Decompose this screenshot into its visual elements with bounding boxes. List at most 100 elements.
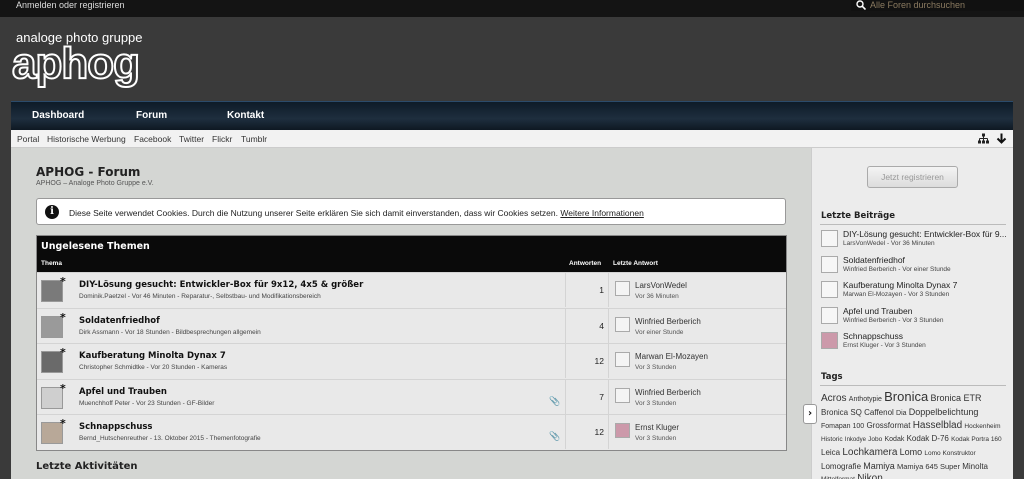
- recent-post-item[interactable]: Schnappschuss Ernst Kluger - Vor 3 Stund…: [821, 331, 1011, 355]
- new-marker-icon: *: [60, 381, 66, 395]
- search-box[interactable]: Alle Foren durchsuchen: [851, 0, 1024, 11]
- search-icon: [856, 0, 866, 10]
- tag-link[interactable]: Bronica: [884, 389, 928, 404]
- last-reply-time: Vor 36 Minuten: [635, 293, 679, 300]
- tag-link[interactable]: Caffenol: [864, 408, 894, 417]
- thread-title[interactable]: Schnappschuss: [79, 422, 153, 432]
- tag-link[interactable]: Lomo: [900, 447, 923, 457]
- threads-header: Ungelesene Themen Thema Antworten Letzte…: [37, 236, 786, 272]
- arrow-down-icon[interactable]: [996, 133, 1007, 144]
- register-button[interactable]: Jetzt registrieren: [867, 166, 958, 188]
- recent-post-item[interactable]: Kaufberatung Minolta Dynax 7 Marwan El-M…: [821, 280, 1011, 304]
- last-reply-user[interactable]: LarsVonWedel: [635, 281, 687, 290]
- reply-count: 4: [599, 320, 604, 331]
- last-reply-time: Vor 3 Stunden: [635, 364, 677, 371]
- avatar[interactable]: [821, 306, 838, 324]
- subnav-twitter[interactable]: Twitter: [179, 134, 204, 144]
- tag-link[interactable]: Jobo: [868, 436, 882, 443]
- tag-link[interactable]: Hockenheim: [964, 423, 1000, 430]
- new-marker-icon: *: [60, 417, 66, 430]
- tag-link[interactable]: Kodak Portra 160: [951, 436, 1002, 443]
- avatar[interactable]: [615, 281, 630, 296]
- subnav-flickr[interactable]: Flickr: [212, 134, 232, 144]
- sidebar-collapse-chevron-icon[interactable]: ›: [803, 404, 817, 424]
- last-reply-time: Vor 3 Stunden: [635, 435, 677, 442]
- subnav-historische-werbung[interactable]: Historische Werbung: [47, 134, 126, 144]
- tag-link[interactable]: Inkodye: [845, 437, 866, 443]
- thread-title[interactable]: DIY-Lösung gesucht: Entwickler-Box für 9…: [79, 280, 363, 290]
- tag-link[interactable]: Lomografie: [821, 462, 861, 471]
- tag-link[interactable]: Minolta: [962, 462, 988, 471]
- reply-count: 1: [599, 285, 604, 295]
- tag-link[interactable]: Mamiya 645 Super: [897, 462, 960, 471]
- recent-post-meta: Ernst Kluger - Vor 3 Stunden: [843, 342, 926, 349]
- thread-meta: Muenchhoff Peter - Vor 23 Stunden - GF-B…: [79, 399, 215, 407]
- tag-link[interactable]: Doppelbelichtung: [909, 407, 979, 417]
- recent-post-title[interactable]: Soldatenfriedhof: [843, 255, 905, 265]
- login-link[interactable]: Anmelden oder registrieren: [16, 0, 125, 10]
- tag-link[interactable]: Grossformat: [866, 421, 910, 430]
- nav-forum[interactable]: Forum: [136, 110, 167, 121]
- tag-link[interactable]: Mamiya: [863, 461, 895, 471]
- subnav-tumblr[interactable]: Tumblr: [241, 134, 267, 144]
- last-reply-user[interactable]: Winfried Berberich: [635, 388, 701, 397]
- recent-post-title[interactable]: DIY-Lösung gesucht: Entwickler-Box für 9…: [843, 229, 1007, 239]
- subnav-facebook[interactable]: Facebook: [134, 134, 171, 144]
- recent-post-title[interactable]: Kaufberatung Minolta Dynax 7: [843, 280, 957, 290]
- cookie-more-link[interactable]: Weitere Informationen: [560, 208, 643, 218]
- recent-post-title[interactable]: Apfel und Trauben: [843, 306, 912, 316]
- tag-link[interactable]: Dia: [896, 410, 907, 417]
- threads-heading: Ungelesene Themen: [41, 241, 150, 252]
- thread-title[interactable]: Apfel und Trauben: [79, 387, 167, 397]
- cookie-notice: i Diese Seite verwendet Cookies. Durch d…: [36, 198, 786, 225]
- avatar[interactable]: [615, 387, 630, 403]
- thread-meta: Bernd_Hutschenreuther - 13. Oktober 2015…: [79, 435, 261, 442]
- recent-post-title[interactable]: Schnappschuss: [843, 331, 903, 341]
- avatar[interactable]: [615, 423, 630, 438]
- last-reply-user[interactable]: Marwan El-Mozayen: [635, 352, 708, 361]
- subnav-portal[interactable]: Portal: [17, 134, 39, 144]
- last-reply-user[interactable]: Winfried Berberich: [635, 317, 701, 326]
- thread-title[interactable]: Kaufberatung Minolta Dynax 7: [79, 351, 226, 361]
- tag-link[interactable]: Lochkamera: [842, 447, 897, 458]
- tag-link[interactable]: Anthotypie: [849, 396, 882, 403]
- avatar[interactable]: [615, 316, 630, 332]
- recent-post-item[interactable]: Soldatenfriedhof Winfried Berberich - Vo…: [821, 255, 1011, 279]
- site-logo[interactable]: analoge photo gruppe aphog: [11, 30, 152, 89]
- tag-link[interactable]: Kodak D-76: [907, 434, 949, 443]
- avatar[interactable]: [615, 352, 630, 367]
- tag-link[interactable]: Hasselblad: [913, 420, 962, 431]
- tag-link[interactable]: Leica: [821, 448, 840, 457]
- replies-cell: 7: [565, 379, 609, 414]
- replies-cell: 4: [565, 308, 609, 343]
- tag-link[interactable]: Bronica ETR: [930, 393, 981, 403]
- avatar[interactable]: [821, 332, 838, 349]
- divider: [820, 224, 1006, 225]
- thread-row[interactable]: * Schnappschuss Bernd_Hutschenreuther - …: [37, 414, 786, 449]
- thread-row[interactable]: * DIY-Lösung gesucht: Entwickler-Box für…: [37, 272, 786, 307]
- new-marker-icon: *: [60, 346, 66, 359]
- nav-dashboard[interactable]: Dashboard: [32, 110, 84, 121]
- tag-link[interactable]: Kodak: [885, 436, 905, 443]
- tag-link[interactable]: Bronica SQ: [821, 408, 862, 417]
- recent-activity-heading: Letzte Aktivitäten: [36, 461, 138, 472]
- sitemap-icon[interactable]: [978, 133, 989, 144]
- nav-kontakt[interactable]: Kontakt: [227, 110, 264, 121]
- main-nav: Dashboard Forum Kontakt: [11, 101, 1013, 130]
- tag-link[interactable]: Acros: [821, 393, 847, 404]
- avatar[interactable]: [821, 255, 838, 273]
- tag-link[interactable]: Lomo Konstruktor: [924, 450, 975, 457]
- recent-posts-heading: Letzte Beiträge: [821, 211, 895, 221]
- avatar[interactable]: [821, 230, 838, 247]
- thread-row[interactable]: * Soldatenfriedhof Dirk Assmann - Vor 18…: [37, 307, 786, 343]
- avatar[interactable]: [821, 281, 838, 298]
- thread-row[interactable]: * Kaufberatung Minolta Dynax 7 Christoph…: [37, 343, 786, 378]
- recent-post-item[interactable]: DIY-Lösung gesucht: Entwickler-Box für 9…: [821, 229, 1011, 253]
- tag-link[interactable]: Nikon: [857, 473, 883, 479]
- thread-title[interactable]: Soldatenfriedhof: [79, 316, 160, 326]
- last-reply-user[interactable]: Ernst Kluger: [635, 423, 679, 432]
- thread-row[interactable]: * Apfel und Trauben Muenchhoff Peter - V…: [37, 378, 786, 414]
- tag-link[interactable]: Fomapan 100: [821, 423, 864, 430]
- recent-post-item[interactable]: Apfel und Trauben Winfried Berberich - V…: [821, 306, 1011, 330]
- tag-link[interactable]: Historic: [821, 436, 843, 443]
